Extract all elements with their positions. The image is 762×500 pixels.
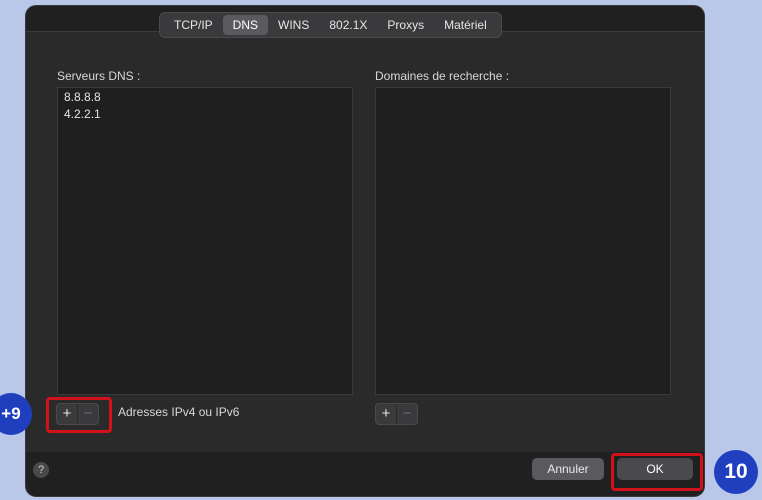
remove-search-domain-button[interactable]: − <box>397 404 417 424</box>
dns-server-item[interactable]: 4.2.2.1 <box>58 105 352 122</box>
search-domains-title: Domaines de recherche : <box>375 69 510 83</box>
search-domains-list[interactable] <box>375 87 671 395</box>
dns-servers-list[interactable]: 8.8.8.8 4.2.2.1 <box>57 87 353 395</box>
highlight-add-dns <box>46 397 112 433</box>
dns-server-item[interactable]: 8.8.8.8 <box>58 88 352 105</box>
tab-wins[interactable]: WINS <box>268 15 319 35</box>
dns-address-hint: Adresses IPv4 ou IPv6 <box>118 405 240 419</box>
tab-dns[interactable]: DNS <box>222 15 269 35</box>
help-button[interactable]: ? <box>33 462 49 478</box>
search-add-remove-control: + − <box>375 403 418 425</box>
tab-materiel[interactable]: Matériel <box>434 15 497 35</box>
tab-8021x[interactable]: 802.1X <box>319 15 377 35</box>
add-search-domain-button[interactable]: + <box>376 404 397 424</box>
tab-proxys[interactable]: Proxys <box>377 15 434 35</box>
highlight-ok <box>611 453 703 491</box>
tab-tcpip[interactable]: TCP/IP <box>164 15 223 35</box>
dns-servers-title: Serveurs DNS : <box>57 69 141 83</box>
tab-bar: TCP/IP DNS WINS 802.1X Proxys Matériel <box>159 12 502 38</box>
cancel-button[interactable]: Annuler <box>532 458 604 480</box>
step-badge-right: 10 <box>714 450 758 494</box>
